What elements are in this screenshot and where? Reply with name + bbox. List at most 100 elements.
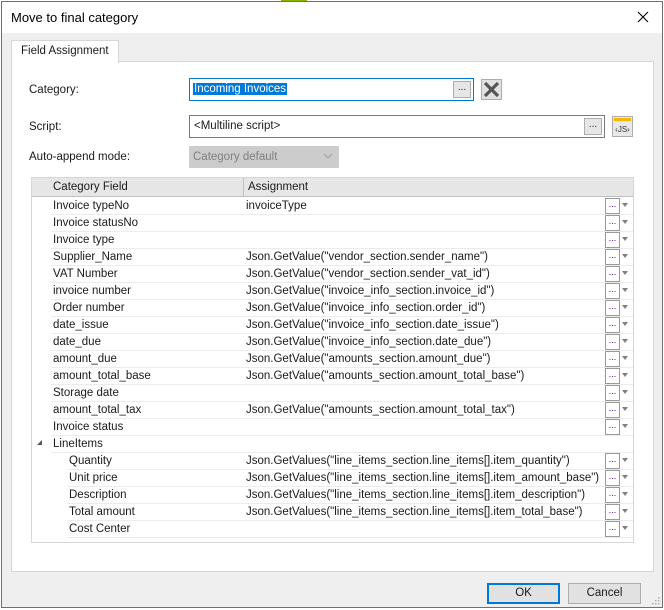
edit-assignment-button[interactable]: ... <box>605 249 620 265</box>
dropdown-arrow-icon[interactable] <box>622 475 628 479</box>
grid-row[interactable]: Supplier_Name Json.GetValue("vendor_secti… <box>32 249 633 266</box>
edit-assignment-button[interactable]: ... <box>605 385 620 401</box>
category-value: Incoming Invoices <box>193 83 288 95</box>
tab-field-assignment[interactable]: Field Assignment <box>11 40 119 63</box>
dropdown-arrow-icon[interactable] <box>622 254 628 258</box>
dropdown-arrow-icon[interactable] <box>622 373 628 377</box>
grid-row[interactable]: Invoice status... <box>32 419 633 436</box>
dropdown-arrow-icon[interactable] <box>622 203 628 207</box>
dropdown-arrow-icon[interactable] <box>622 339 628 343</box>
assignment-value[interactable]: Json.GetValue("vendor_section.sender_vat… <box>246 268 490 280</box>
grid-row[interactable]: VAT Number Json.GetValue("vendor_section.… <box>32 266 633 283</box>
grid-row[interactable]: invoice number Json.GetValue("invoice_inf… <box>32 283 633 300</box>
edit-assignment-button[interactable]: ... <box>605 368 620 384</box>
dropdown-arrow-icon[interactable] <box>622 390 628 394</box>
assignment-value[interactable]: invoiceType <box>246 200 307 212</box>
row-divider <box>67 537 633 538</box>
script-label: Script: <box>29 121 62 133</box>
assignment-value[interactable]: Json.GetValue("amounts_section.amount_to… <box>246 404 515 416</box>
category-field-name: Supplier_Name <box>53 251 133 263</box>
grid-group-row[interactable]: LineItems <box>32 436 633 453</box>
grid-row[interactable]: Total amount Json.GetValues("line_items_s… <box>32 504 633 521</box>
edit-assignment-button[interactable]: ... <box>605 266 620 282</box>
grid-row[interactable]: date_due Json.GetValue("invoice_info_sect… <box>32 334 633 351</box>
dropdown-arrow-icon[interactable] <box>622 424 628 428</box>
dropdown-arrow-icon[interactable] <box>622 458 628 462</box>
grid-header: Category Field Assignment <box>32 178 633 197</box>
edit-assignment-button[interactable]: ... <box>605 351 620 367</box>
dropdown-arrow-icon[interactable] <box>622 526 628 530</box>
dropdown-arrow-icon[interactable] <box>622 220 628 224</box>
close-button[interactable] <box>630 5 656 29</box>
cancel-button[interactable]: Cancel <box>568 583 641 604</box>
grid-row[interactable]: Invoice statusNo... <box>32 215 633 232</box>
grid-row[interactable]: amount_total_base Json.GetValue("amounts_… <box>32 368 633 385</box>
grid-row[interactable]: date_issue Json.GetValue("invoice_info_se… <box>32 317 633 334</box>
edit-assignment-button[interactable]: ... <box>605 334 620 350</box>
edit-assignment-button[interactable]: ... <box>605 232 620 248</box>
grid-row[interactable]: Invoice typeNo invoiceType... <box>32 198 633 215</box>
assignment-value[interactable]: Json.GetValue("vendor_section.sender_nam… <box>246 251 488 263</box>
category-field-name: date_issue <box>53 319 109 331</box>
grid-row[interactable]: Storage date... <box>32 385 633 402</box>
dropdown-arrow-icon[interactable] <box>622 288 628 292</box>
script-browse-button[interactable]: ... <box>584 118 602 135</box>
assignment-value[interactable]: Json.GetValue("amounts_section.amount_to… <box>246 370 524 382</box>
auto-append-value: Category default <box>193 151 278 163</box>
edit-assignment-button[interactable]: ... <box>605 198 620 214</box>
edit-script-button[interactable]: ‹JS› <box>612 116 633 137</box>
edit-assignment-button[interactable]: ... <box>605 300 620 316</box>
ok-button[interactable]: OK <box>487 583 560 604</box>
assignment-value[interactable]: Json.GetValues("line_items_section.line_… <box>246 506 583 518</box>
dropdown-arrow-icon[interactable] <box>622 356 628 360</box>
edit-assignment-button[interactable]: ... <box>605 470 620 486</box>
assignment-value[interactable]: Json.GetValues("line_items_section.line_… <box>246 489 585 501</box>
grid-row[interactable]: Unit price Json.GetValues("line_items_sec… <box>32 470 633 487</box>
grid-row[interactable]: amount_total_tax Json.GetValue("amounts_s… <box>32 402 633 419</box>
edit-assignment-button[interactable]: ... <box>605 453 620 469</box>
resize-grip-icon[interactable] <box>652 597 660 605</box>
category-browse-button[interactable]: ... <box>453 81 471 98</box>
dropdown-arrow-icon[interactable] <box>622 407 628 411</box>
edit-assignment-button[interactable]: ... <box>605 317 620 333</box>
assignment-value[interactable]: Json.GetValue("amounts_section.amount_du… <box>246 353 490 365</box>
grid-row[interactable]: Order number Json.GetValue("invoice_info_… <box>32 300 633 317</box>
script-input[interactable]: <Multiline script> ... <box>189 115 605 138</box>
dropdown-arrow-icon[interactable] <box>622 305 628 309</box>
category-field-name: Total amount <box>69 506 135 518</box>
assignment-value[interactable]: Json.GetValue("invoice_info_section.date… <box>246 319 499 331</box>
edit-assignment-button[interactable]: ... <box>605 487 620 503</box>
category-field-name: invoice number <box>53 285 131 297</box>
column-header-assignment[interactable]: Assignment <box>248 181 308 193</box>
edit-assignment-button[interactable]: ... <box>605 283 620 299</box>
auto-append-select[interactable]: Category default <box>189 146 339 168</box>
assignment-value[interactable]: Json.GetValues("line_items_section.line_… <box>246 455 570 467</box>
assignment-value[interactable]: Json.GetValue("invoice_info_section.invo… <box>246 285 494 297</box>
assignment-value[interactable]: Json.GetValues("line_items_section.line_… <box>246 472 599 484</box>
dropdown-arrow-icon[interactable] <box>622 237 628 241</box>
grid-row[interactable]: Quantity Json.GetValues("line_items_secti… <box>32 453 633 470</box>
grid-row[interactable]: Description Json.GetValues("line_items_se… <box>32 487 633 504</box>
column-header-category-field[interactable]: Category Field <box>53 181 128 193</box>
edit-assignment-button[interactable]: ... <box>605 521 620 537</box>
grid-row[interactable]: Invoice type... <box>32 232 633 249</box>
grid-row[interactable]: amount_due Json.GetValue("amounts_section… <box>32 351 633 368</box>
clear-category-button[interactable] <box>481 79 502 100</box>
grid-row[interactable]: Cost Center... <box>32 521 633 538</box>
assignment-value[interactable]: Json.GetValue("invoice_info_section.date… <box>246 336 491 348</box>
clear-x-icon <box>483 81 500 98</box>
column-separator[interactable] <box>243 178 244 197</box>
edit-assignment-button[interactable]: ... <box>605 504 620 520</box>
edit-assignment-button[interactable]: ... <box>605 419 620 435</box>
dropdown-arrow-icon[interactable] <box>622 322 628 326</box>
category-field-name: Invoice status <box>53 421 124 433</box>
dropdown-arrow-icon[interactable] <box>622 271 628 275</box>
dropdown-arrow-icon[interactable] <box>622 509 628 513</box>
edit-assignment-button[interactable]: ... <box>605 402 620 418</box>
category-field-name: Cost Center <box>69 523 131 535</box>
assignment-value[interactable]: Json.GetValue("invoice_info_section.orde… <box>246 302 485 314</box>
dropdown-arrow-icon[interactable] <box>622 492 628 496</box>
expand-collapse-icon[interactable] <box>37 440 42 445</box>
category-input[interactable]: Incoming Invoices ... <box>189 78 474 101</box>
edit-assignment-button[interactable]: ... <box>605 215 620 231</box>
